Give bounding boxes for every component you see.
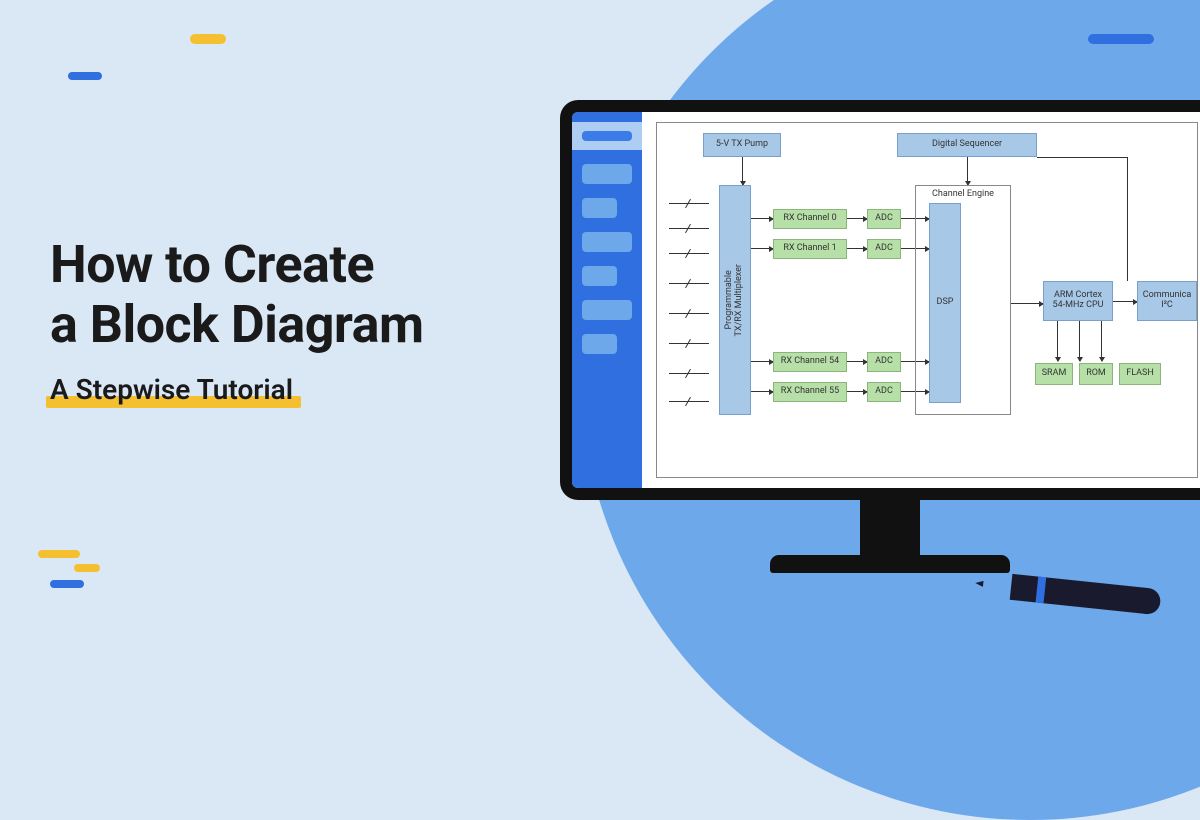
decorative-dash xyxy=(38,550,80,558)
block-rx-channel-0: RX Channel 0 xyxy=(773,209,847,229)
bus-line xyxy=(669,228,709,229)
hero-title-line2: a Block Diagram xyxy=(50,295,424,355)
monitor-screen: 5-V TX Pump Digital Sequencer Programmab… xyxy=(572,112,1200,488)
connector-line xyxy=(1037,157,1127,158)
hero-subtitle: A Stepwise Tutorial xyxy=(50,373,293,406)
bus-line xyxy=(669,343,709,344)
monitor-illustration: 5-V TX Pump Digital Sequencer Programmab… xyxy=(560,100,1200,573)
connector-arrow xyxy=(742,157,743,185)
bus-line xyxy=(669,401,709,402)
block-adc: ADC xyxy=(867,239,901,259)
block-rx-channel-54: RX Channel 54 xyxy=(773,352,847,372)
connector-arrow xyxy=(1079,321,1080,361)
decorative-dash xyxy=(68,72,102,80)
connector-arrow xyxy=(847,361,867,362)
block-rx-channel-55: RX Channel 55 xyxy=(773,382,847,402)
sidebar-item[interactable] xyxy=(582,232,632,252)
sidebar-item[interactable] xyxy=(582,266,617,286)
connector-arrow xyxy=(751,248,773,249)
diagram-canvas: 5-V TX Pump Digital Sequencer Programmab… xyxy=(642,112,1200,488)
decorative-dash xyxy=(50,580,84,588)
decorative-dash xyxy=(74,564,100,572)
connector-arrow xyxy=(751,391,773,392)
connector-arrow xyxy=(1011,303,1043,304)
sidebar-item[interactable] xyxy=(582,198,617,218)
block-adc: ADC xyxy=(867,352,901,372)
sidebar-item-active[interactable] xyxy=(572,122,642,150)
connector-arrow xyxy=(1113,301,1137,302)
block-comm: Communica I²C xyxy=(1137,281,1197,321)
hero-title-line1: How to Create xyxy=(50,235,424,295)
connector-arrow xyxy=(847,391,867,392)
block-arm-cpu: ARM Cortex 54-MHz CPU xyxy=(1043,281,1113,321)
connector-arrow xyxy=(847,248,867,249)
connector-arrow xyxy=(967,157,968,185)
monitor-frame: 5-V TX Pump Digital Sequencer Programmab… xyxy=(560,100,1200,500)
bus-line xyxy=(669,313,709,314)
block-multiplexer-label: Programmable TX/RX Multiplexer xyxy=(725,264,745,337)
sidebar-item[interactable] xyxy=(582,164,632,184)
hero-text: How to Create a Block Diagram A Stepwise… xyxy=(50,235,424,406)
bus-line xyxy=(669,253,709,254)
connector-arrow xyxy=(1057,321,1058,361)
block-rx-channel-1: RX Channel 1 xyxy=(773,239,847,259)
connector-arrow xyxy=(847,218,867,219)
block-sequencer: Digital Sequencer xyxy=(897,133,1037,157)
monitor-base xyxy=(770,555,1010,573)
bus-line xyxy=(669,283,709,284)
diagram-frame: 5-V TX Pump Digital Sequencer Programmab… xyxy=(656,122,1198,478)
connector-arrow xyxy=(751,361,773,362)
decorative-dash xyxy=(1088,34,1154,44)
sidebar-item[interactable] xyxy=(582,334,617,354)
decorative-dash xyxy=(190,34,226,44)
block-multiplexer: Programmable TX/RX Multiplexer xyxy=(719,185,751,415)
block-adc: ADC xyxy=(867,209,901,229)
bus-line xyxy=(669,203,709,204)
sidebar-item[interactable] xyxy=(582,300,632,320)
connector-line xyxy=(1127,157,1128,281)
connector-arrow xyxy=(1101,321,1102,361)
connector-arrow xyxy=(751,218,773,219)
block-adc: ADC xyxy=(867,382,901,402)
monitor-neck xyxy=(860,500,920,555)
bus-line xyxy=(669,373,709,374)
block-sram: SRAM xyxy=(1035,363,1073,385)
block-tx-pump: 5-V TX Pump xyxy=(703,133,781,157)
block-rom: ROM xyxy=(1079,363,1113,385)
block-flash: FLASH xyxy=(1119,363,1161,385)
block-dsp: DSP xyxy=(929,203,961,403)
app-sidebar xyxy=(572,112,642,488)
